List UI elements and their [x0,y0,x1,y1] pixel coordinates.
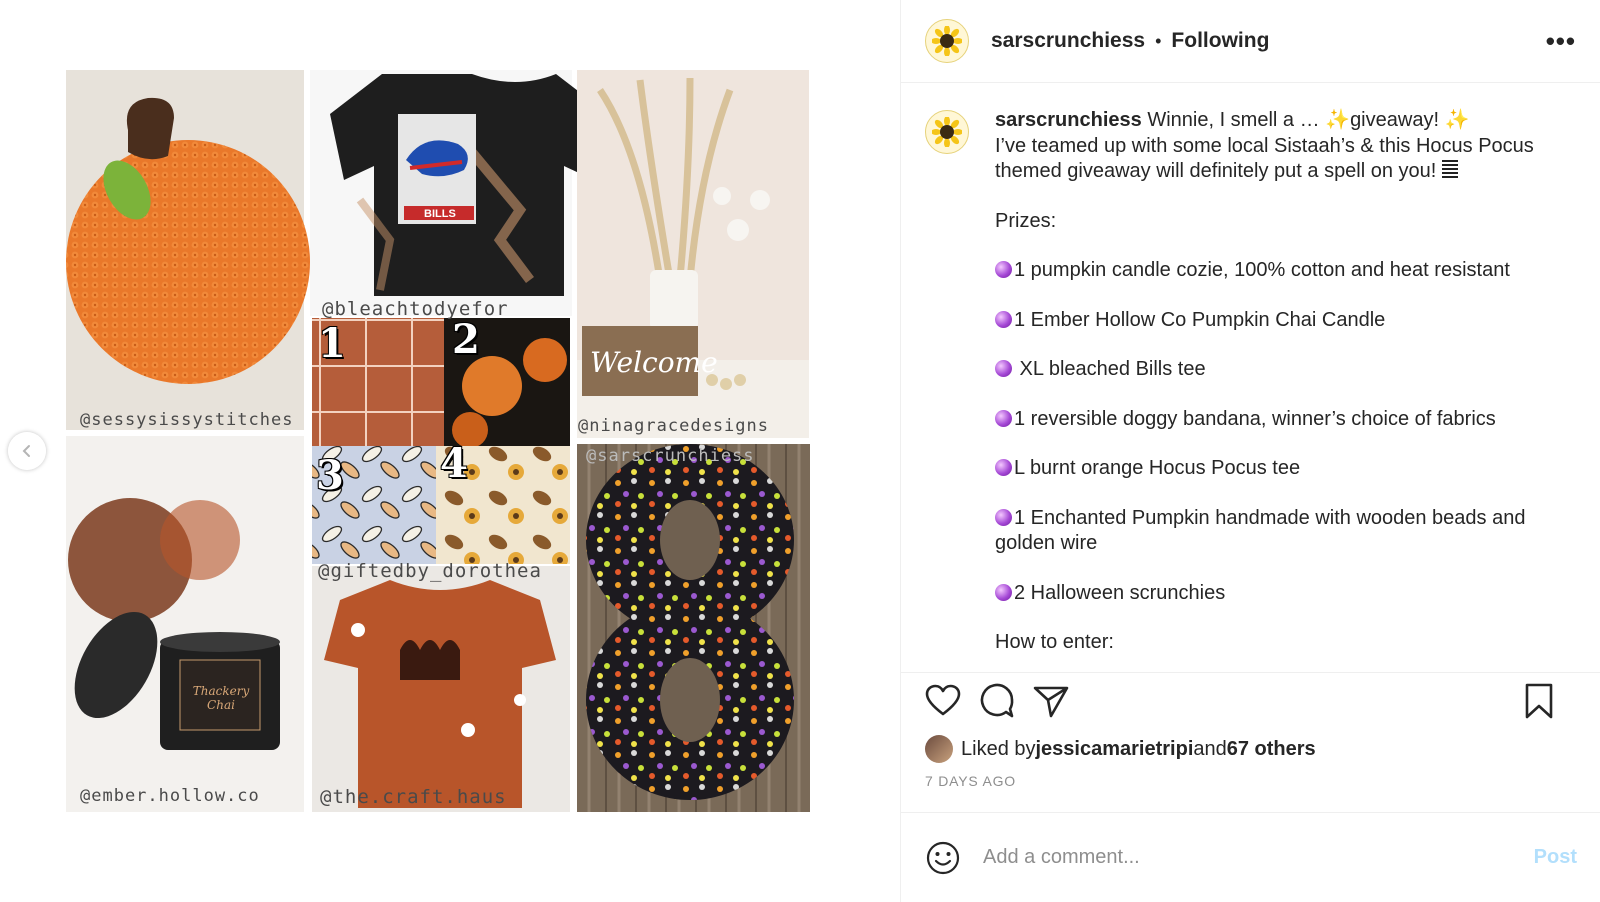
bars-icon [1441,160,1458,180]
prize-item: XL bleached Bills tee [995,357,1565,383]
crystal-ball-icon [995,409,1012,427]
caption-avatar[interactable] [925,110,969,154]
prizes-heading: Prizes: [995,209,1057,232]
crystal-ball-icon [995,310,1012,328]
prize-item: 1 Ember Hollow Co Pumpkin Chai Candle [995,308,1565,334]
author-avatar[interactable] [925,19,969,63]
likes-summary: Liked by jessicamarietripi and 67 others [925,735,1316,763]
crystal-ball-icon [995,360,1012,377]
fabric-number-2: 2 [452,316,480,363]
caption-line-1: sarscrunchiess Winnie, I smell a … ✨give… [995,108,1565,134]
carousel-prev-button[interactable] [8,432,46,470]
sunflower-avatar-icon [932,117,962,147]
prize-item: 2 Halloween scrunchies [995,581,1565,607]
header-separator: • [1155,30,1162,51]
prize-text: 1 Enchanted Pumpkin handmade with wooden… [995,506,1526,555]
crystal-ball-icon [995,508,1012,526]
caption-scroll-area[interactable]: sarscrunchiess Winnie, I smell a … ✨give… [901,84,1600,672]
post-header: sarscrunchiess • Following ••• [901,0,1600,83]
bookmark-icon[interactable] [1519,681,1559,721]
prize-item: 1 Enchanted Pumpkin handmade with wooden… [995,506,1565,557]
comment-bar: Post [901,812,1600,902]
caption-intro-b: giveaway! [1350,109,1445,131]
following-button[interactable]: Following [1171,29,1269,53]
prize-item: L burnt orange Hocus Pocus tee [995,456,1565,482]
likes-middle: and [1193,737,1227,760]
prize-text: 1 Ember Hollow Co Pumpkin Chai Candle [1014,308,1386,331]
fabric-number-4: 4 [440,440,468,487]
prize-item: 1 pumpkin candle cozie, 100% cotton and … [995,258,1565,284]
tag-bleachtodyefor: @bleachtodyefor [322,298,509,320]
crystal-ball-icon [995,459,1012,476]
prize-text: L burnt orange Hocus Pocus tee [1014,457,1301,479]
caption-line-2: I’ve teamed up with some local Sistaah’s… [995,134,1565,185]
share-icon[interactable] [1031,681,1071,721]
prize-text: XL bleached Bills tee [1014,358,1206,380]
author-username[interactable]: sarscrunchiess [991,29,1145,53]
caption-username[interactable]: sarscrunchiess [995,109,1142,131]
liker-username[interactable]: jessicamarietripi [1036,738,1194,761]
how-to-enter-heading: How to enter: [995,631,1114,653]
tag-giftedby-dorothea: @giftedby_dorothea [318,560,542,582]
prize-text: 2 Halloween scrunchies [1014,581,1226,604]
action-bar [901,672,1600,742]
prize-text: 1 pumpkin candle cozie, 100% cotton and … [1014,259,1510,281]
sparkle-icon: ✨ [1444,109,1470,131]
heart-icon[interactable] [923,681,963,721]
chevron-left-icon [22,445,30,457]
candle-label-text: Thackery Chai [192,684,250,712]
others-count-link[interactable]: 67 others [1227,738,1316,761]
tag-ninagracedesigns: @ninagracedesigns [578,416,769,436]
welcome-sign-text: Welcome [590,346,718,379]
post-timestamp[interactable]: 7 DAYS AGO [925,773,1016,789]
liker-avatar[interactable] [925,735,953,763]
tag-sarscrunchiess: @sarscrunchiess [586,446,755,466]
tag-ember-hollow: @ember.hollow.co [80,786,260,806]
crystal-ball-icon [995,261,1012,278]
sparkle-icon: ✨ [1325,109,1351,131]
likes-prefix: Liked by [961,737,1036,760]
emoji-icon[interactable] [925,840,961,876]
comment-input[interactable] [983,846,1534,869]
post-panel: sarscrunchiess • Following ••• sarscrunc… [900,0,1600,902]
tag-sessysissystitches: @sessysissystitches [80,410,294,430]
fabric-number-3: 3 [316,452,344,499]
post-comment-button[interactable]: Post [1534,846,1577,869]
prize-text: 1 reversible doggy bandana, winner’s cho… [1014,407,1496,430]
more-icon[interactable]: ••• [1546,26,1576,57]
post-media[interactable]: @sessysissystitches @bleachtodyefor @nin… [0,0,900,902]
crystal-ball-icon [995,583,1012,601]
prize-item: 1 reversible doggy bandana, winner’s cho… [995,407,1565,433]
shirt-print-text: BILLS [424,208,456,220]
fabric-number-1: 1 [318,320,346,367]
comment-icon[interactable] [977,681,1017,721]
tag-the-craft-haus: @the.craft.haus [320,786,507,808]
sunflower-avatar-icon [932,26,962,56]
caption-intro-a: Winnie, I smell a … [1141,109,1326,131]
caption-text: sarscrunchiess Winnie, I smell a … ✨give… [995,108,1565,656]
